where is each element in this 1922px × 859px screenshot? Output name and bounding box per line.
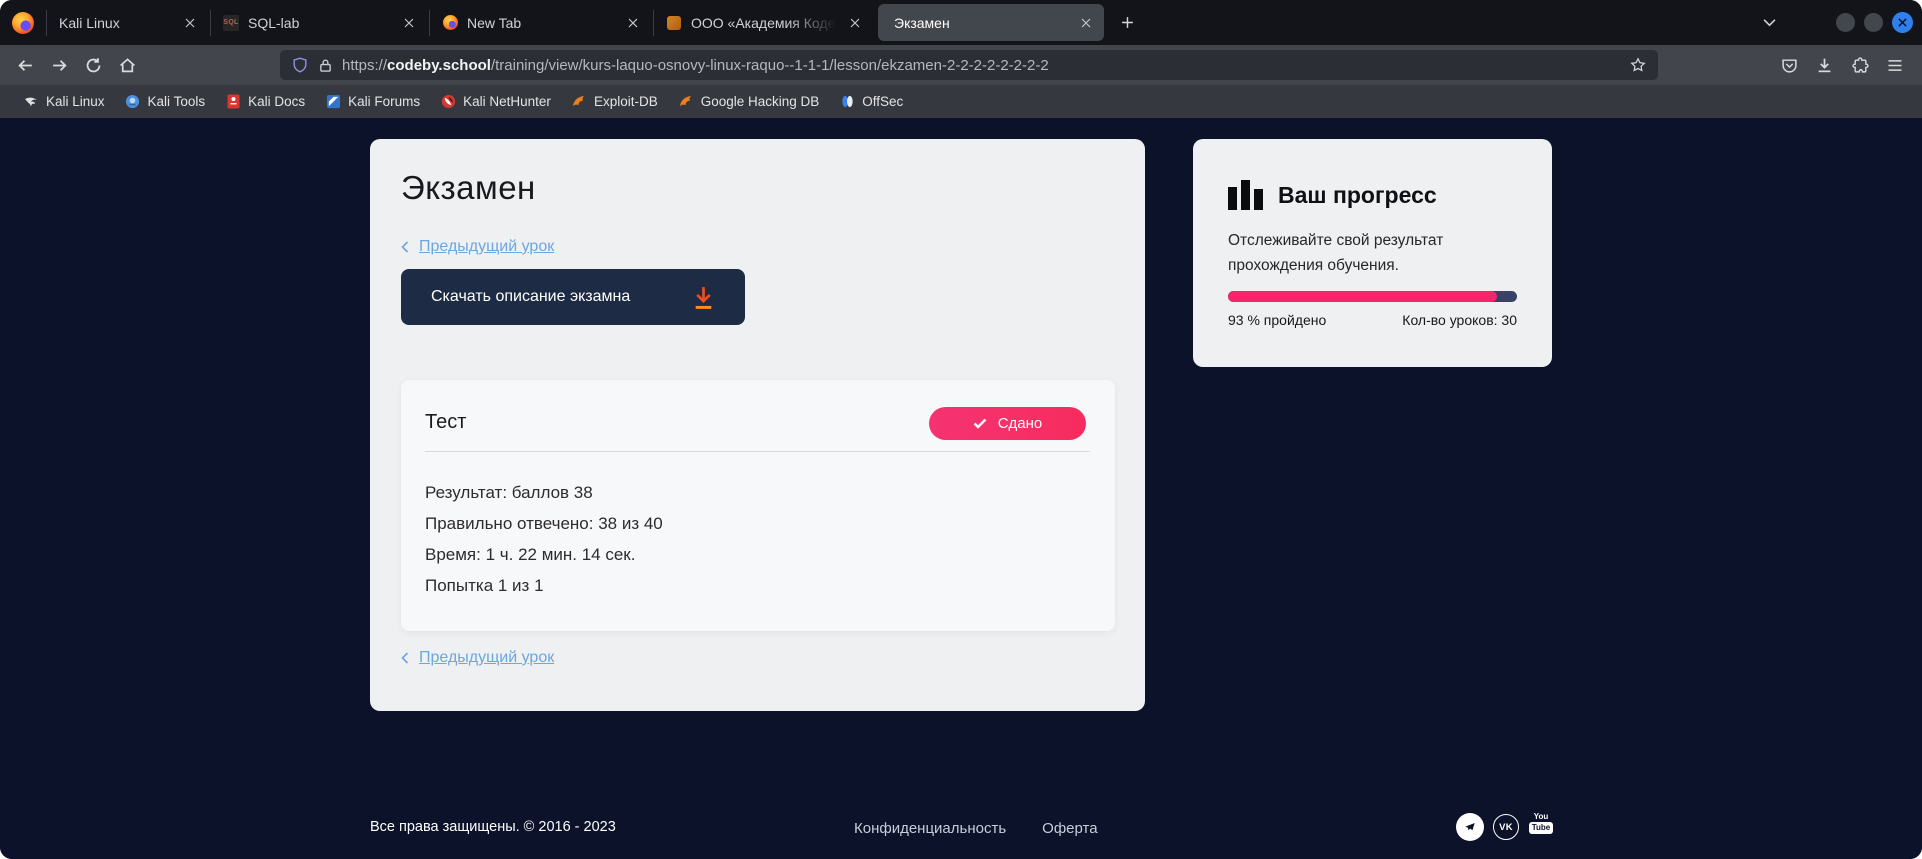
kali-dragon-icon	[23, 94, 39, 110]
tab-title: New Tab	[467, 15, 621, 31]
kali-nethunter-icon	[440, 94, 456, 110]
bookmark-kali-forums[interactable]: Kali Forums	[316, 89, 429, 115]
vk-icon[interactable]: VK	[1493, 814, 1519, 840]
tab-title: ООО «Академия Кодеба	[691, 15, 843, 31]
youtube-icon[interactable]: You Tube	[1527, 812, 1555, 834]
check-icon	[973, 418, 987, 429]
new-tab-button[interactable]	[1110, 6, 1144, 40]
downloads-icon[interactable]	[1809, 50, 1839, 80]
navigation-toolbar: https://codeby.school/training/view/kurs…	[0, 45, 1922, 85]
minimize-button[interactable]	[1836, 13, 1855, 32]
correct-answers-line: Правильно отвечено: 38 из 40	[425, 515, 663, 533]
tab-title: Экзамен	[894, 15, 1074, 31]
tab-close-icon[interactable]	[621, 11, 645, 35]
progress-bar	[1228, 291, 1517, 302]
back-button[interactable]	[8, 48, 42, 82]
bookmark-google-hacking-db[interactable]: Google Hacking DB	[669, 89, 829, 115]
bar-chart-icon	[1228, 180, 1263, 210]
tab-title: Kali Linux	[59, 15, 178, 31]
chevron-left-icon	[401, 241, 409, 253]
tab-codeby-academy[interactable]: ООО «Академия Кодеба	[654, 0, 875, 45]
bookmark-kali-tools[interactable]: Kali Tools	[116, 89, 215, 115]
bookmark-kali-docs[interactable]: Kali Docs	[216, 89, 314, 115]
chevron-left-icon	[401, 652, 409, 664]
tab-close-icon[interactable]	[178, 11, 202, 35]
extensions-puzzle-icon[interactable]	[1845, 50, 1875, 80]
bookmarks-bar: Kali Linux Kali Tools Kali Docs Kali For…	[0, 85, 1922, 118]
tab-close-icon[interactable]	[843, 11, 867, 35]
tracking-protection-shield-icon[interactable]	[292, 57, 308, 73]
reload-button[interactable]	[76, 48, 110, 82]
test-title: Тест	[425, 411, 466, 434]
bookmark-kali-linux[interactable]: Kali Linux	[14, 89, 114, 115]
status-badge: Сдано	[929, 407, 1086, 440]
home-button[interactable]	[110, 48, 144, 82]
tab-new-tab[interactable]: New Tab	[430, 0, 653, 45]
bookmark-star-icon[interactable]	[1630, 57, 1646, 73]
progress-title: Ваш прогресс	[1278, 182, 1437, 209]
pocket-icon[interactable]	[1774, 50, 1804, 80]
tab-title: SQL-lab	[248, 15, 397, 31]
bookmark-exploit-db[interactable]: Exploit-DB	[562, 89, 667, 115]
kali-forums-icon	[325, 94, 341, 110]
test-result-card: Тест Сдано Результат: баллов 38 Правильн…	[401, 380, 1115, 631]
progress-card: Ваш прогресс Отслеживайте свой результат…	[1193, 139, 1552, 367]
progress-bar-fill	[1228, 291, 1497, 302]
time-line: Время: 1 ч. 22 мин. 14 сек.	[425, 546, 663, 564]
privacy-link[interactable]: Конфиденциальность	[854, 820, 1006, 837]
test-details: Результат: баллов 38 Правильно отвечено:…	[425, 484, 663, 608]
codeby-favicon	[666, 15, 682, 31]
tab-close-icon[interactable]	[397, 11, 421, 35]
tab-kali-linux[interactable]: Kali Linux	[47, 0, 210, 45]
lesson-card: Экзамен Предыдущий урок Скачать описание…	[370, 139, 1145, 711]
url-text[interactable]: https://codeby.school/training/view/kurs…	[342, 57, 1049, 74]
firefox-pinned-tab[interactable]	[0, 0, 46, 45]
previous-lesson-link-top[interactable]: Предыдущий урок	[401, 238, 554, 256]
forward-button[interactable]	[42, 48, 76, 82]
bookmark-kali-nethunter[interactable]: Kali NetHunter	[431, 89, 560, 115]
menu-hamburger-icon[interactable]	[1880, 50, 1910, 80]
exploit-db-icon	[571, 94, 587, 110]
kali-tools-icon	[125, 94, 141, 110]
offsec-icon	[839, 94, 855, 110]
copyright-text: Все права защищены. © 2016 - 2023	[370, 819, 616, 835]
offer-link[interactable]: Оферта	[1042, 820, 1097, 837]
tab-bar: Kali Linux SQL SQL-lab New Tab ООО «Акад…	[0, 0, 1922, 45]
download-arrow-icon	[692, 285, 715, 310]
result-line: Результат: баллов 38	[425, 484, 663, 502]
lessons-count-label: Кол-во уроков: 30	[1402, 312, 1517, 328]
maximize-button[interactable]	[1864, 13, 1883, 32]
tab-close-icon[interactable]	[1074, 11, 1098, 35]
firefox-logo-icon	[12, 12, 34, 34]
kali-docs-icon	[225, 94, 241, 110]
footer-links: Конфиденциальность Оферта	[854, 820, 1098, 837]
google-hacking-db-icon	[678, 94, 694, 110]
sql-lab-favicon: SQL	[223, 15, 239, 31]
divider	[425, 451, 1090, 452]
progress-description: Отслеживайте свой результат прохождения …	[1228, 228, 1508, 278]
page-content: Экзамен Предыдущий урок Скачать описание…	[0, 118, 1922, 859]
tab-ekzamen-active[interactable]: Экзамен	[878, 4, 1104, 41]
browser-window: Kali Linux SQL SQL-lab New Tab ООО «Акад…	[0, 0, 1922, 859]
progress-percent-label: 93 % пройдено	[1228, 312, 1326, 328]
tab-sql-lab[interactable]: SQL SQL-lab	[211, 0, 429, 45]
firefox-favicon	[442, 15, 458, 31]
lock-icon[interactable]	[319, 58, 332, 73]
window-close-button[interactable]	[1892, 12, 1913, 33]
list-all-tabs-button[interactable]	[1754, 8, 1784, 38]
download-exam-description-button[interactable]: Скачать описание экзамна	[401, 269, 745, 325]
page-title: Экзамен	[401, 169, 536, 207]
attempt-line: Попытка 1 из 1	[425, 577, 663, 595]
telegram-icon[interactable]	[1456, 813, 1484, 841]
url-bar[interactable]: https://codeby.school/training/view/kurs…	[280, 50, 1658, 80]
previous-lesson-link-bottom[interactable]: Предыдущий урок	[401, 649, 554, 667]
bookmark-offsec[interactable]: OffSec	[830, 89, 912, 115]
